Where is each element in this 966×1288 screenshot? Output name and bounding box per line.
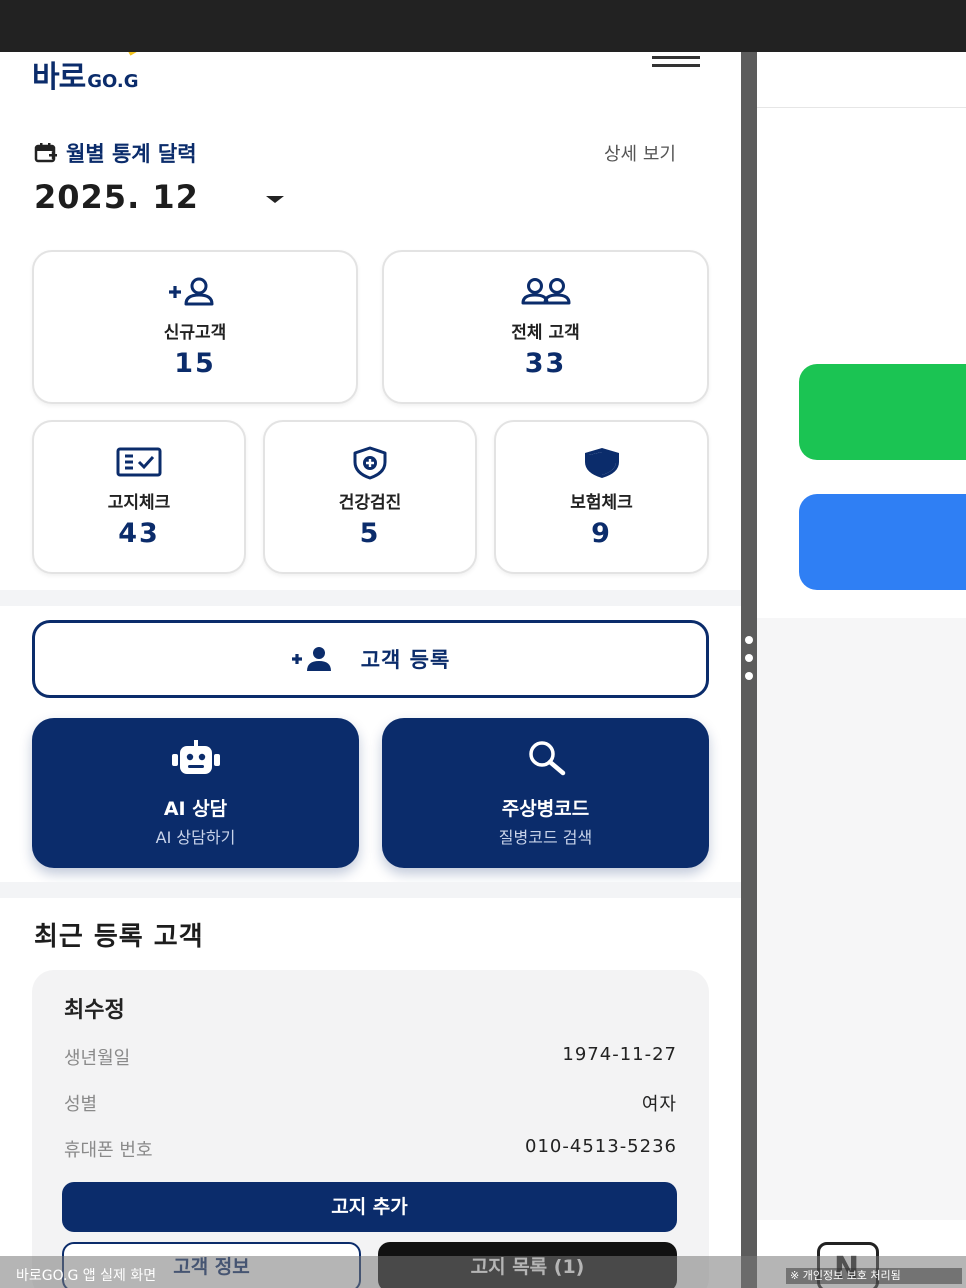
customer-card[interactable]: 최수정 생년월일 1974-11-27 성별 여자 휴대폰 번호 010-451… — [32, 970, 709, 1288]
add-user-icon — [169, 277, 214, 306]
customer-field-birth: 생년월일 1974-11-27 — [64, 1044, 677, 1070]
status-bar — [0, 0, 966, 52]
customer-field-phone: 휴대폰 번호 010-4513-5236 — [64, 1136, 677, 1162]
app-logo[interactable]: 바로 GO.G — [32, 52, 146, 95]
robot-icon — [171, 740, 220, 774]
secondary-panel: N — [757, 52, 966, 1288]
disease-code-subtitle: 질병코드 검색 — [498, 828, 593, 847]
calendar-icon — [34, 143, 57, 163]
stat-value: 33 — [524, 348, 567, 379]
hamburger-menu-icon[interactable] — [652, 56, 700, 72]
secondary-background — [757, 618, 966, 1220]
stat-card-insurance-check[interactable]: 보험체크 9 — [494, 420, 709, 574]
calendar-title: 월별 통계 달력 — [66, 142, 197, 166]
caption-left: 바로GO.G 앱 실제 화면 — [16, 1268, 157, 1284]
stat-card-notice-check[interactable]: 고지체크 43 — [32, 420, 246, 574]
stat-card-all-customers[interactable]: 전체 고객 33 — [382, 250, 709, 404]
stat-label: 고지체크 — [107, 493, 171, 513]
month-selector[interactable]: 2025. 12 — [34, 178, 199, 216]
field-value: 여자 — [641, 1094, 677, 1115]
users-icon — [521, 278, 570, 305]
stat-value: 43 — [118, 518, 160, 549]
logo-text-ko: 바로 — [32, 60, 86, 95]
field-label: 휴대폰 번호 — [64, 1140, 153, 1161]
green-action-button[interactable] — [799, 364, 966, 460]
logo-text-en: GO.G — [87, 71, 139, 92]
section-separator — [0, 590, 741, 606]
stat-value: 9 — [591, 518, 612, 549]
ai-consult-card[interactable]: AI 상담 AI 상담하기 — [32, 718, 359, 868]
chevron-down-icon[interactable] — [266, 196, 284, 203]
divider-handle-dot — [745, 672, 753, 680]
calendar-header: 월별 통계 달력 — [34, 138, 197, 168]
section-separator — [0, 882, 741, 898]
shield-icon — [584, 448, 619, 478]
logo-spark — [128, 52, 146, 61]
stat-value: 5 — [359, 518, 381, 549]
recent-customers-title: 최근 등록 고객 — [34, 922, 204, 952]
checklist-icon — [116, 447, 162, 477]
ai-consult-title: AI 상담 — [163, 798, 228, 820]
stat-label: 전체 고객 — [511, 323, 580, 343]
customer-name: 최수정 — [64, 998, 125, 1023]
divider-handle-dot — [745, 636, 753, 644]
disease-code-card[interactable]: 주상병코드 질병코드 검색 — [382, 718, 709, 868]
stat-value: 15 — [174, 348, 216, 379]
divider-handle-dot — [745, 654, 753, 662]
shield-plus-icon — [353, 446, 387, 480]
add-notice-button[interactable]: 고지 추가 — [62, 1182, 677, 1232]
register-customer-button[interactable]: 고객 등록 — [32, 620, 709, 698]
main-panel: 바로 GO.G 월별 통계 달력 상세 보기 2025. 12 신규고객 15 — [0, 52, 741, 1288]
field-value: 1974-11-27 — [562, 1044, 677, 1065]
register-customer-label: 고객 등록 — [360, 648, 451, 672]
stat-card-new-customers[interactable]: 신규고객 15 — [32, 250, 358, 404]
detail-link[interactable]: 상세 보기 — [604, 140, 676, 166]
field-label: 생년월일 — [64, 1048, 131, 1069]
field-value: 010-4513-5236 — [525, 1136, 677, 1157]
search-icon — [528, 741, 565, 776]
add-user-icon — [291, 647, 331, 671]
blue-action-button[interactable] — [799, 494, 966, 590]
caption-right: ※ 개인정보 보호 처리됨 — [786, 1268, 962, 1284]
field-label: 성별 — [64, 1094, 98, 1115]
stat-label: 건강검진 — [338, 493, 402, 513]
stat-label: 신규고객 — [163, 323, 227, 343]
stat-card-health-check[interactable]: 건강검진 5 — [263, 420, 477, 574]
disease-code-title: 주상병코드 — [501, 798, 590, 820]
stat-label: 보험체크 — [570, 493, 633, 513]
customer-field-gender: 성별 여자 — [64, 1090, 677, 1116]
ai-consult-subtitle: AI 상담하기 — [155, 828, 236, 847]
secondary-header — [757, 52, 966, 108]
split-view-divider[interactable] — [741, 52, 757, 1288]
